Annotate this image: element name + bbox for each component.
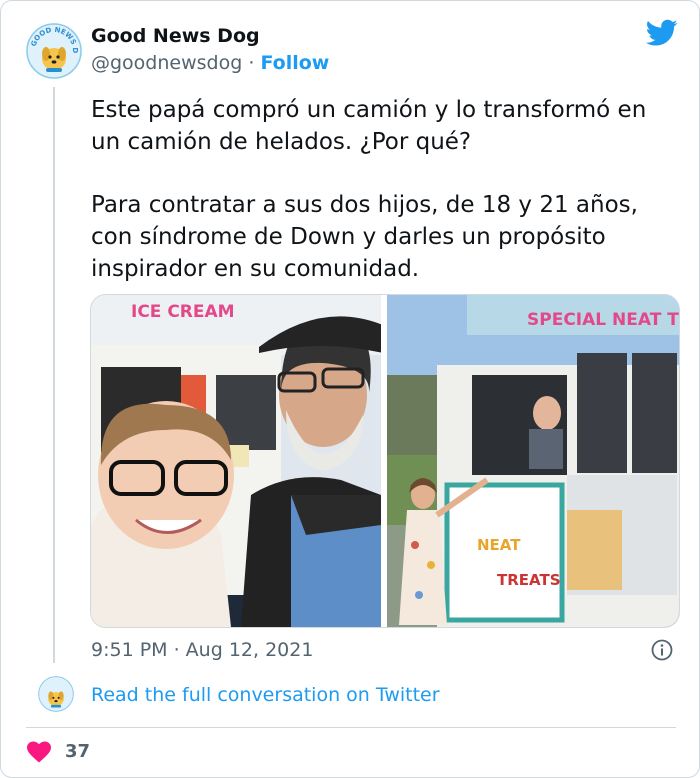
photo-ice-cream-truck[interactable]: SPECIAL NEAT TREATS NEAT TREATS — [387, 295, 679, 627]
truck-sign-left: ICE CREAM — [131, 302, 235, 322]
tweet-card: GOOD NEWS DOG Good News Dog @goodnewsdog… — [0, 0, 700, 778]
photo-father-daughter[interactable]: ICE CREAM — [91, 295, 381, 627]
divider — [26, 727, 676, 728]
author-avatar-small[interactable] — [38, 676, 74, 712]
tweet-body: Este papá compró un camión y lo transfor… — [91, 94, 681, 285]
truck-side-text-1: NEAT — [477, 536, 521, 554]
tweet-paragraph-2: Para contratar a sus dos hijos, de 18 y … — [91, 192, 638, 282]
info-icon[interactable] — [651, 639, 673, 661]
tweet-paragraph-1: Este papá compró un camión y lo transfor… — [91, 97, 647, 155]
author-avatar[interactable]: GOOD NEWS DOG — [26, 23, 82, 79]
tweet-media[interactable]: ICE CREAM SPECIAL NEAT T NEAT TREATS — [90, 294, 680, 628]
truck-sign-right: SPECIAL NEAT TREATS — [527, 310, 679, 330]
author-handle[interactable]: @goodnewsdog — [91, 52, 242, 74]
author-handle-row: @goodnewsdog · Follow — [91, 52, 329, 74]
follow-link[interactable]: Follow — [260, 52, 329, 74]
read-full-conversation-link[interactable]: Read the full conversation on Twitter — [91, 684, 440, 706]
twitter-bird-icon[interactable] — [645, 19, 678, 47]
tweet-timestamp[interactable]: 9:51 PM · Aug 12, 2021 — [91, 639, 313, 661]
handle-separator: · — [248, 52, 255, 74]
author-display-name[interactable]: Good News Dog — [91, 25, 260, 47]
like-count[interactable]: 37 — [65, 741, 90, 762]
thread-connector-line — [53, 87, 55, 663]
heart-icon[interactable] — [27, 741, 51, 763]
truck-side-text-2: TREATS — [497, 571, 561, 589]
